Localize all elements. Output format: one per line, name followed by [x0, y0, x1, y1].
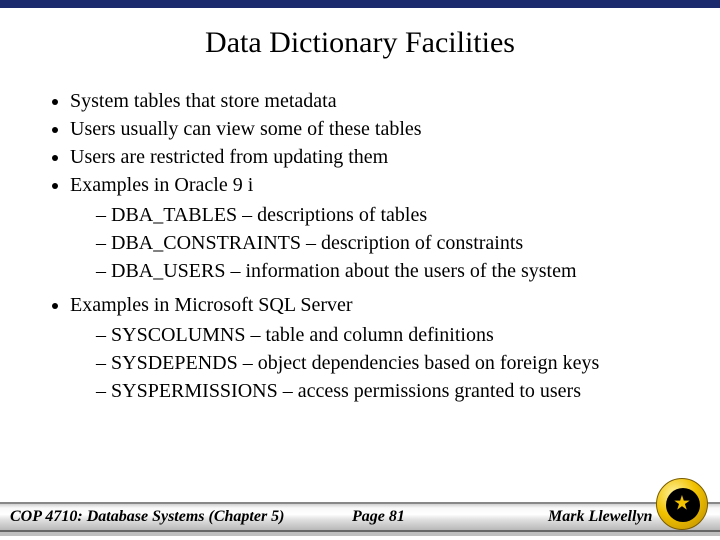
top-accent-bar [0, 0, 720, 8]
list-item: Examples in Microsoft SQL Server SYSCOLU… [70, 292, 694, 404]
list-item: Users usually can view some of these tab… [70, 116, 694, 142]
bullet-text: Examples in Oracle 9 i [70, 174, 253, 196]
sub-item: DBA_TABLES – descriptions of tables [96, 202, 694, 228]
bullet-text: Users usually can view some of these tab… [70, 118, 422, 140]
footer-course: COP 4710: Database Systems (Chapter 5) [10, 508, 285, 526]
ucf-logo-icon: ★ [656, 478, 708, 530]
sub-item: SYSDEPENDS – object dependencies based o… [96, 350, 694, 376]
bullet-text: Users are restricted from updating them [70, 146, 388, 168]
sub-item: DBA_USERS – information about the users … [96, 258, 694, 284]
footer-author: Mark Llewellyn [548, 508, 652, 526]
slide-body: System tables that store metadata Users … [0, 88, 720, 404]
sub-item: DBA_CONSTRAINTS – description of constra… [96, 230, 694, 256]
list-item: Users are restricted from updating them [70, 144, 694, 170]
sub-list: DBA_TABLES – descriptions of tables DBA_… [70, 202, 694, 284]
footer-bar: COP 4710: Database Systems (Chapter 5) P… [0, 502, 720, 532]
sub-list: SYSCOLUMNS – table and column definition… [70, 322, 694, 404]
bullet-text: System tables that store metadata [70, 90, 337, 112]
bullet-text: Examples in Microsoft SQL Server [70, 294, 353, 316]
bullet-list: System tables that store metadata Users … [26, 88, 694, 404]
footer-page: Page 81 [352, 508, 405, 526]
slide-footer: COP 4710: Database Systems (Chapter 5) P… [0, 502, 720, 536]
list-item: Examples in Oracle 9 i DBA_TABLES – desc… [70, 172, 694, 284]
sub-item: SYSCOLUMNS – table and column definition… [96, 322, 694, 348]
footer-shadow [0, 532, 720, 536]
slide-title: Data Dictionary Facilities [0, 26, 720, 60]
list-item: System tables that store metadata [70, 88, 694, 114]
sub-item: SYSPERMISSIONS – access permissions gran… [96, 378, 694, 404]
